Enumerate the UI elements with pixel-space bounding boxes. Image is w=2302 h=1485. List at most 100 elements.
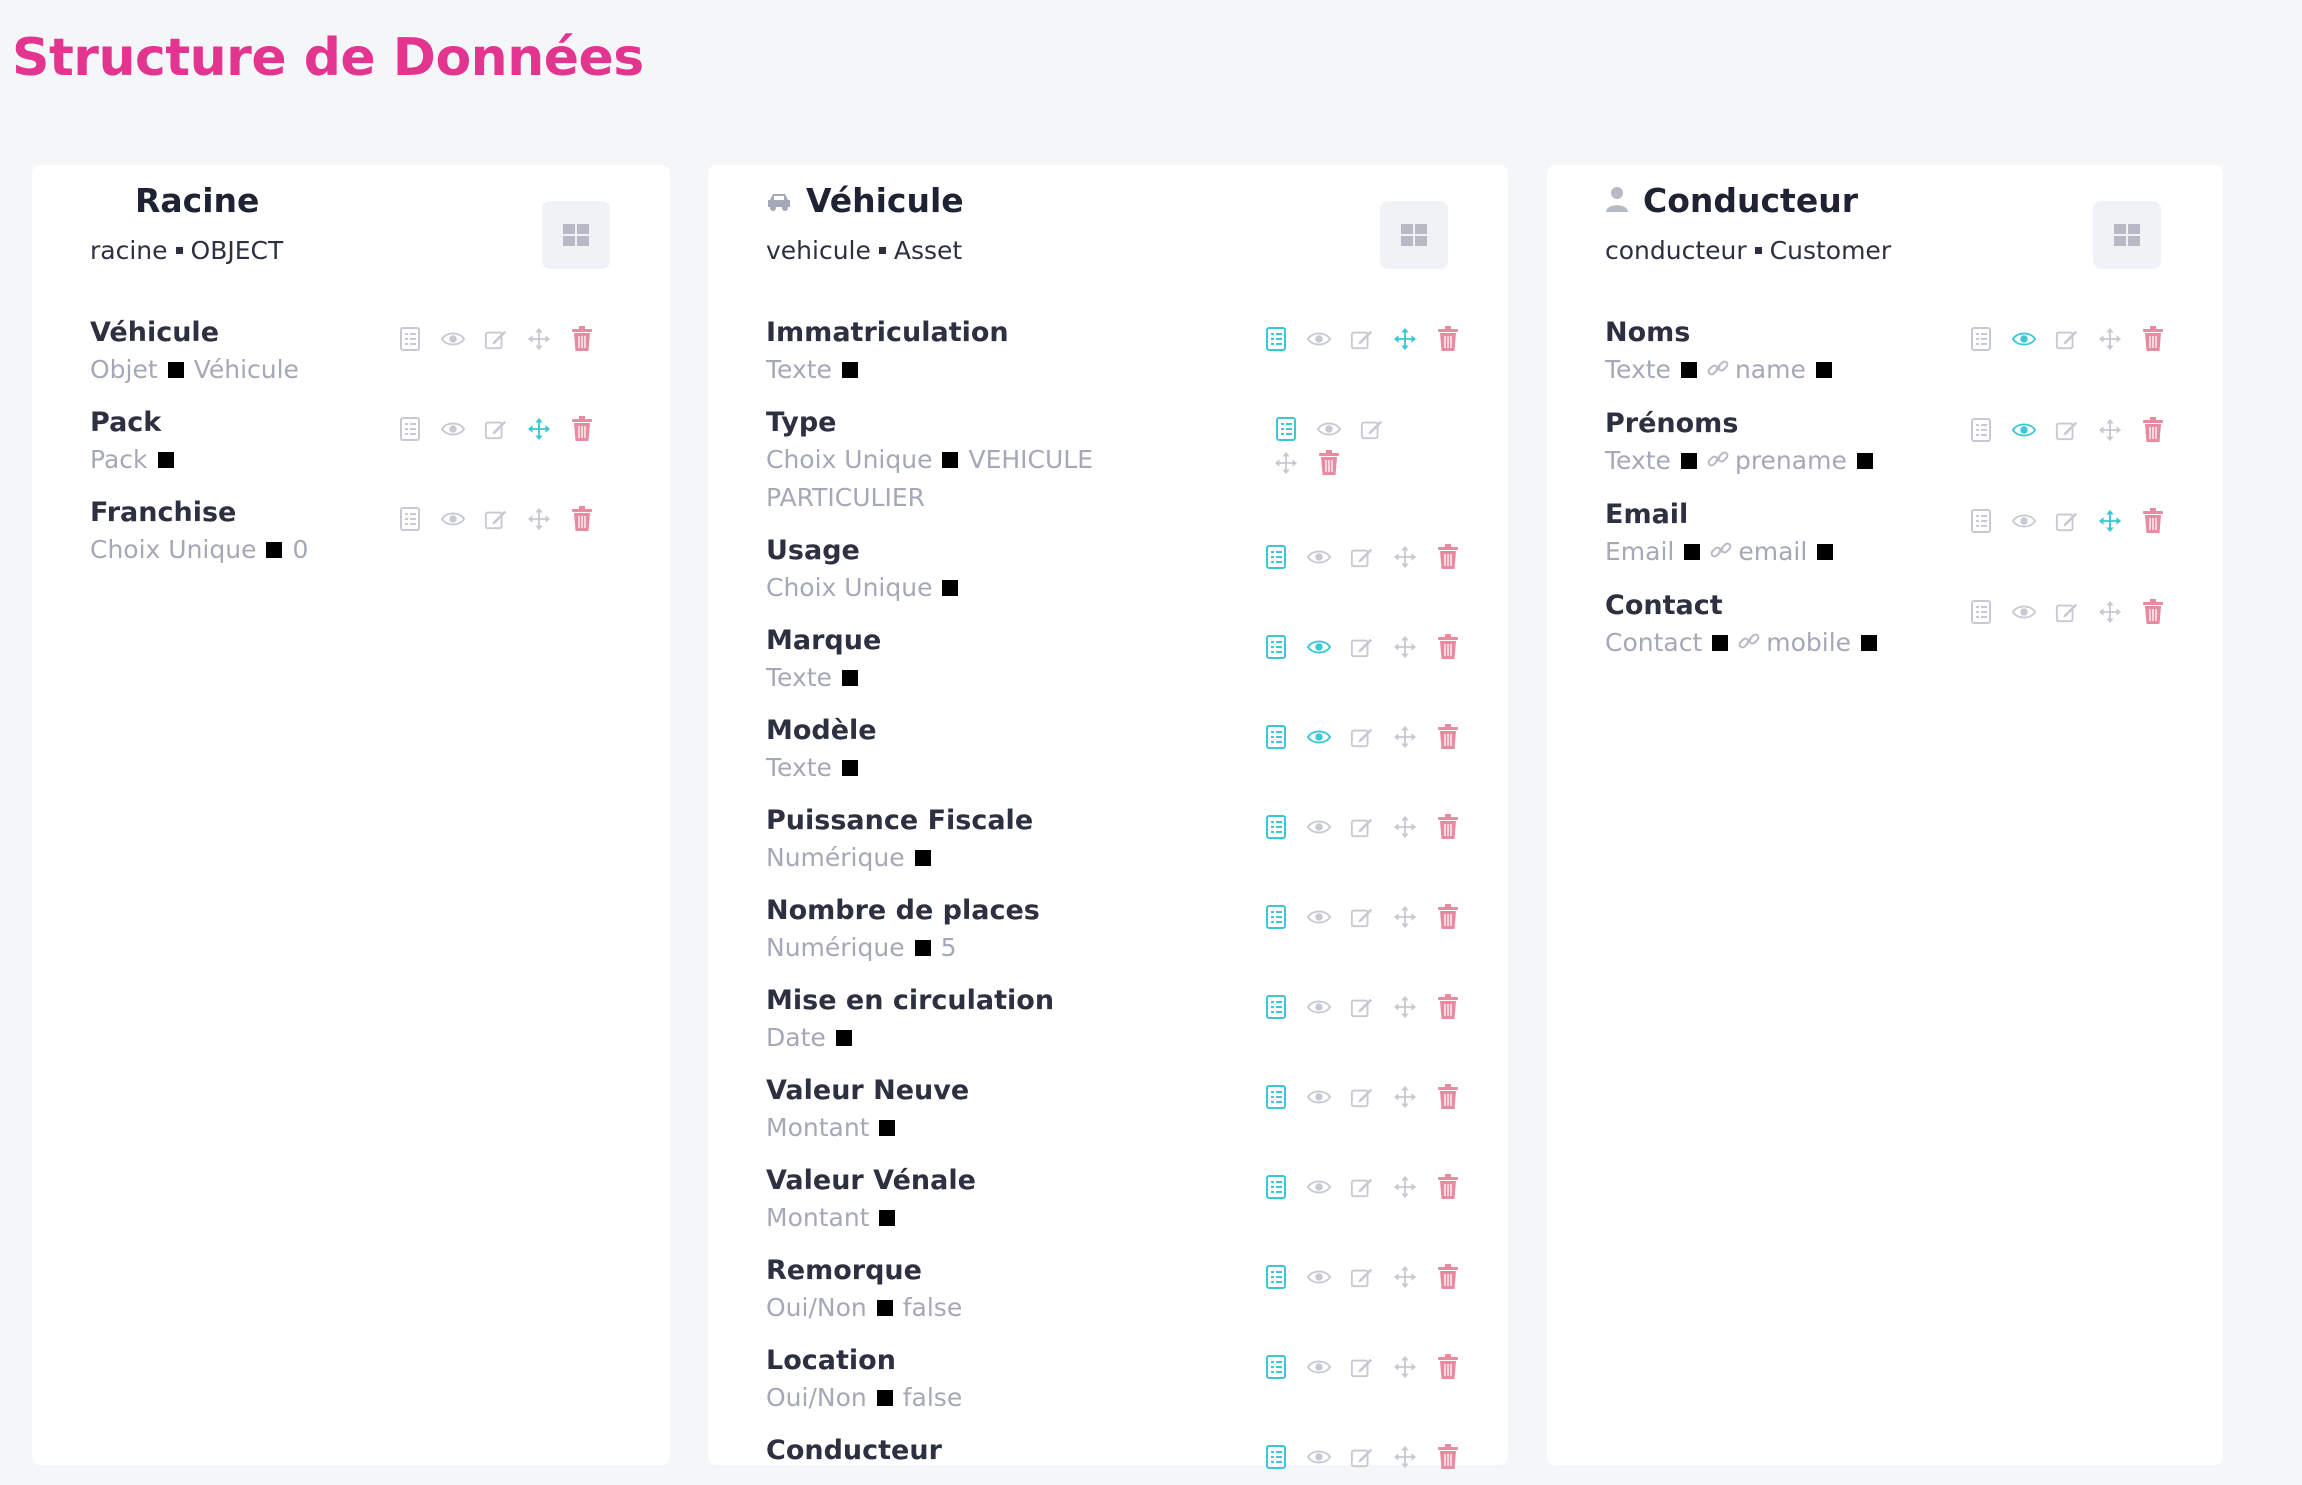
list-icon[interactable] [1264,635,1288,659]
list-icon[interactable] [1264,1085,1288,1109]
trash-icon[interactable] [1436,544,1460,569]
eye-icon[interactable] [441,417,465,441]
eye-icon[interactable] [1307,725,1331,749]
eye-icon[interactable] [1307,545,1331,569]
trash-icon[interactable] [1436,1174,1460,1199]
eye-icon[interactable] [1307,635,1331,659]
trash-icon[interactable] [1436,634,1460,659]
eye-icon[interactable] [1307,1265,1331,1289]
eye-icon[interactable] [1307,815,1331,839]
trash-icon[interactable] [570,416,594,441]
list-icon[interactable] [1264,1175,1288,1199]
move-icon[interactable] [1274,451,1298,475]
edit-icon[interactable] [1350,815,1374,839]
move-icon[interactable] [1393,1445,1417,1469]
move-icon[interactable] [1393,725,1417,749]
trash-icon[interactable] [1436,1444,1460,1469]
edit-icon[interactable] [1350,995,1374,1019]
trash-icon[interactable] [1436,724,1460,749]
edit-icon[interactable] [2055,327,2079,351]
list-icon[interactable] [1264,1265,1288,1289]
eye-icon[interactable] [1307,1085,1331,1109]
list-icon[interactable] [1264,815,1288,839]
list-icon[interactable] [1264,725,1288,749]
move-icon[interactable] [1393,905,1417,929]
trash-icon[interactable] [1436,1084,1460,1109]
eye-icon[interactable] [1317,417,1341,441]
trash-icon[interactable] [2141,508,2165,533]
list-icon[interactable] [1264,545,1288,569]
edit-icon[interactable] [1350,725,1374,749]
trash-icon[interactable] [1317,450,1341,475]
trash-icon[interactable] [1436,326,1460,351]
layout-grid-button[interactable] [1380,201,1448,269]
eye-icon[interactable] [441,327,465,351]
edit-icon[interactable] [484,507,508,531]
eye-icon[interactable] [2012,509,2036,533]
edit-icon[interactable] [1360,417,1384,441]
edit-icon[interactable] [1350,327,1374,351]
eye-icon[interactable] [1307,327,1331,351]
move-icon[interactable] [2098,509,2122,533]
edit-icon[interactable] [2055,509,2079,533]
list-icon[interactable] [1969,509,1993,533]
eye-icon[interactable] [1307,1175,1331,1199]
list-icon[interactable] [1264,1355,1288,1379]
list-icon[interactable] [1264,905,1288,929]
edit-icon[interactable] [1350,1175,1374,1199]
layout-grid-button[interactable] [542,201,610,269]
eye-icon[interactable] [2012,327,2036,351]
move-icon[interactable] [527,327,551,351]
list-icon[interactable] [1969,600,1993,624]
edit-icon[interactable] [1350,635,1374,659]
edit-icon[interactable] [484,327,508,351]
move-icon[interactable] [1393,815,1417,839]
list-icon[interactable] [1264,1445,1288,1469]
eye-icon[interactable] [441,507,465,531]
trash-icon[interactable] [2141,599,2165,624]
edit-icon[interactable] [2055,600,2079,624]
list-icon[interactable] [398,507,422,531]
trash-icon[interactable] [2141,326,2165,351]
move-icon[interactable] [2098,600,2122,624]
list-icon[interactable] [1264,327,1288,351]
move-icon[interactable] [1393,1355,1417,1379]
move-icon[interactable] [1393,327,1417,351]
eye-icon[interactable] [2012,600,2036,624]
list-icon[interactable] [1274,417,1298,441]
list-icon[interactable] [398,327,422,351]
eye-icon[interactable] [2012,418,2036,442]
edit-icon[interactable] [1350,1355,1374,1379]
move-icon[interactable] [1393,1265,1417,1289]
trash-icon[interactable] [1436,904,1460,929]
move-icon[interactable] [1393,1175,1417,1199]
edit-icon[interactable] [1350,1265,1374,1289]
move-icon[interactable] [1393,545,1417,569]
edit-icon[interactable] [1350,1085,1374,1109]
trash-icon[interactable] [570,506,594,531]
trash-icon[interactable] [1436,814,1460,839]
eye-icon[interactable] [1307,1355,1331,1379]
edit-icon[interactable] [1350,1445,1374,1469]
eye-icon[interactable] [1307,995,1331,1019]
trash-icon[interactable] [2141,417,2165,442]
trash-icon[interactable] [1436,994,1460,1019]
move-icon[interactable] [2098,327,2122,351]
edit-icon[interactable] [1350,545,1374,569]
list-icon[interactable] [1969,418,1993,442]
list-icon[interactable] [1264,995,1288,1019]
move-icon[interactable] [1393,995,1417,1019]
move-icon[interactable] [527,417,551,441]
layout-grid-button[interactable] [2093,201,2161,269]
edit-icon[interactable] [484,417,508,441]
trash-icon[interactable] [570,326,594,351]
trash-icon[interactable] [1436,1354,1460,1379]
list-icon[interactable] [1969,327,1993,351]
eye-icon[interactable] [1307,1445,1331,1469]
move-icon[interactable] [1393,635,1417,659]
eye-icon[interactable] [1307,905,1331,929]
move-icon[interactable] [2098,418,2122,442]
trash-icon[interactable] [1436,1264,1460,1289]
move-icon[interactable] [527,507,551,531]
list-icon[interactable] [398,417,422,441]
